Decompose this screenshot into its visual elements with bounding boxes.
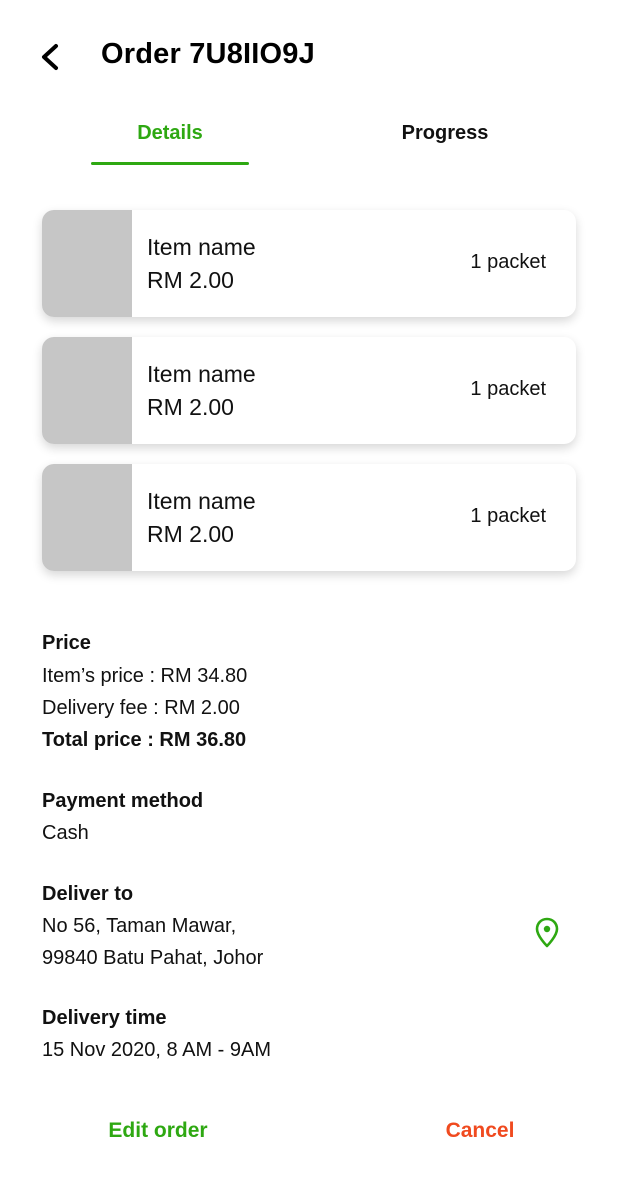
delivery-fee: Delivery fee : RM 2.00 (42, 697, 240, 719)
item-thumbnail (42, 337, 132, 444)
item-name: Item name (147, 234, 256, 260)
order-items-list: Item name RM 2.00 1 packet Item name RM … (42, 210, 576, 591)
item-price: RM 2.00 (147, 521, 234, 547)
delivery-time-section: Delivery time 15 Nov 2020, 8 AM - 9AM (42, 1006, 562, 1066)
item-thumbnail (42, 210, 132, 317)
price-section: Price Item’s price : RM 34.80 Delivery f… (42, 631, 562, 756)
item-name: Item name (147, 488, 256, 514)
price-title: Price (42, 632, 91, 654)
total-price: Total price : RM 36.80 (42, 729, 247, 751)
tab-details[interactable]: Details (91, 122, 249, 145)
deliver-to-title: Deliver to (42, 883, 134, 905)
delivery-address-section: Deliver to No 56, Taman Mawar, 99840 Bat… (42, 882, 562, 974)
address-line-1: No 56, Taman Mawar, (42, 915, 237, 937)
tab-bar: Details Progress (0, 110, 617, 170)
map-pin-icon[interactable] (534, 917, 560, 949)
delivery-time-value: 15 Nov 2020, 8 AM - 9AM (42, 1039, 272, 1061)
active-tab-indicator (91, 162, 249, 165)
order-item-card[interactable]: Item name RM 2.00 1 packet (42, 210, 576, 317)
items-price: Item’s price : RM 34.80 (42, 665, 248, 687)
item-quantity: 1 packet (470, 378, 546, 400)
edit-order-button[interactable]: Edit order (78, 1119, 238, 1143)
item-price: RM 2.00 (147, 267, 234, 293)
item-price: RM 2.00 (147, 394, 234, 420)
cancel-button[interactable]: Cancel (400, 1119, 560, 1143)
chevron-left-icon (42, 44, 58, 70)
payment-section: Payment method Cash (42, 789, 562, 849)
delivery-time-title: Delivery time (42, 1007, 167, 1029)
page-title: Order 7U8IIO9J (101, 38, 315, 70)
item-thumbnail (42, 464, 132, 571)
app-header: Order 7U8IIO9J (0, 0, 617, 110)
item-name: Item name (147, 361, 256, 387)
item-quantity: 1 packet (470, 251, 546, 273)
item-quantity: 1 packet (470, 505, 546, 527)
order-item-card[interactable]: Item name RM 2.00 1 packet (42, 464, 576, 571)
payment-value: Cash (42, 822, 89, 844)
back-button[interactable] (36, 40, 68, 74)
tab-progress[interactable]: Progress (366, 122, 524, 145)
address-line-2: 99840 Batu Pahat, Johor (42, 947, 264, 969)
payment-title: Payment method (42, 790, 204, 812)
order-item-card[interactable]: Item name RM 2.00 1 packet (42, 337, 576, 444)
